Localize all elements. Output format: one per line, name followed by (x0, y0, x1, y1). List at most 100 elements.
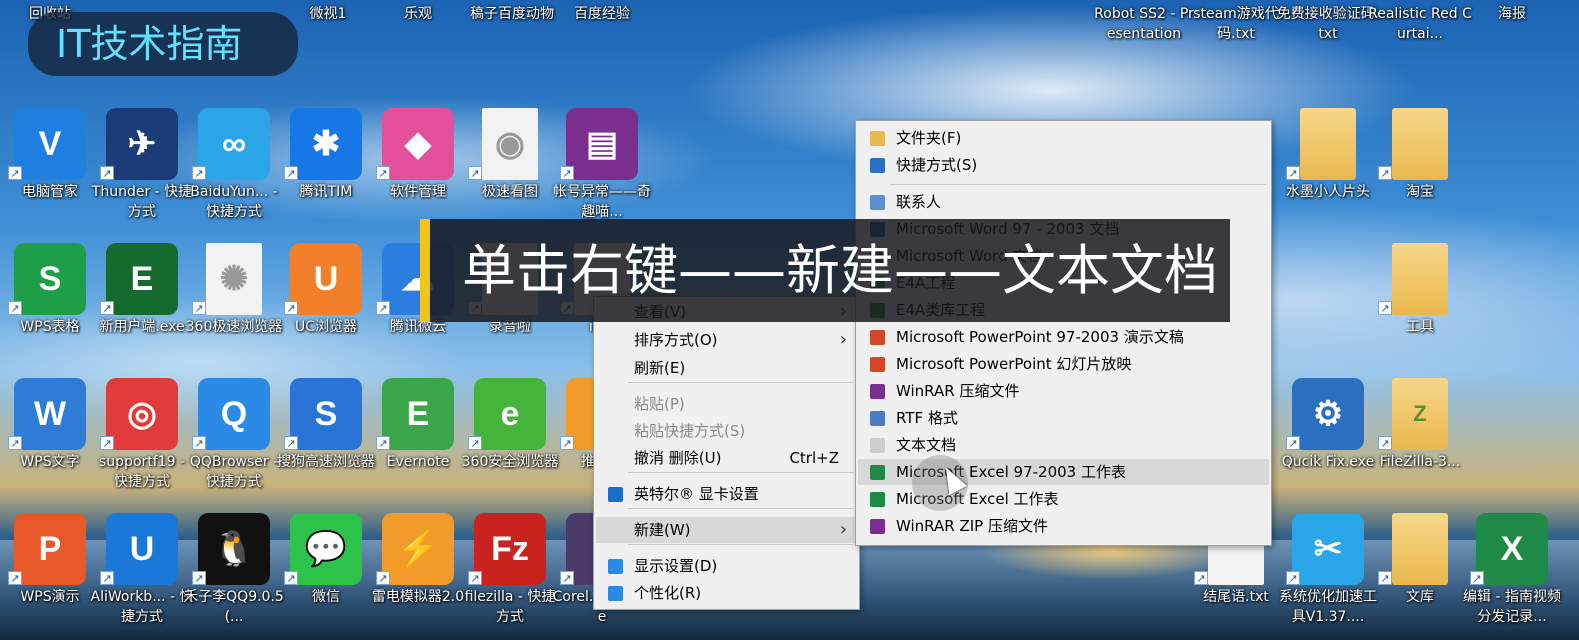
desktop-icon[interactable]: ✂ ↗ 系统优化加速工具V1.37.... (1279, 513, 1377, 640)
shortcut-arrow-icon: ↗ (1286, 166, 1300, 180)
desktop-icon[interactable]: ◎ ↗ supportf19 - 快捷方式 (96, 378, 188, 508)
desktop-icon[interactable]: U ↗ AliWorkb... - 快捷方式 (91, 513, 194, 640)
desktop-icon[interactable]: ✈ ↗ Thunder - 快捷方式 (92, 108, 192, 238)
desktop-icon[interactable]: S ↗ WPS表格 (4, 243, 96, 373)
desktop-icon-label: Thunder - 快捷方式 (91, 184, 193, 220)
new-submenu-item[interactable]: WinRAR ZIP 压缩文件 (858, 513, 1269, 539)
desktop-icon[interactable]: W ↗ WPS文字 (4, 378, 96, 508)
desktop-icon[interactable]: 🐧 ↗ 禾子李QQ9.0.5(... (184, 513, 284, 640)
context-menu-item[interactable]: 刷新(E) (596, 355, 857, 381)
new-submenu-item[interactable]: WinRAR 压缩文件 (858, 378, 1269, 404)
desktop-icon[interactable]: E ↗ Evernote (372, 378, 464, 508)
desktop-icon[interactable]: steam游戏代码.txt (1190, 0, 1282, 90)
brand-watermark: IT技术指南 (28, 12, 298, 76)
context-menu-item[interactable]: 个性化(R) (596, 580, 857, 606)
desktop-icon[interactable]: E ↗ 新用户端.exe (96, 243, 188, 373)
desktop-icon[interactable]: ⚙ ↗ Qucik Fix.exe (1282, 378, 1374, 508)
desktop-icon-label: Qucik Fix.exe (1281, 454, 1375, 470)
new-submenu-item[interactable]: 快捷方式(S) (858, 152, 1269, 178)
desktop-icon[interactable]: 百度经验 (556, 0, 648, 90)
shortcut-arrow-icon: ↗ (468, 166, 482, 180)
new-submenu-item[interactable]: 联系人 (858, 189, 1269, 215)
desktop-icon-label: 海报 (1498, 6, 1526, 22)
context-menu-item-label: 排序方式(O) (634, 331, 718, 349)
app-icon: ◉ (482, 108, 538, 180)
desktop-icon-label: 微信 (312, 589, 340, 605)
app-icon: ∞ (198, 108, 270, 180)
desktop-icon[interactable]: Robot SS2 - Presentation (1094, 0, 1194, 90)
desktop-icon[interactable]: ∞ ↗ BaiduYun... - 快捷方式 (188, 108, 280, 238)
shortcut-arrow-icon: ↗ (1286, 571, 1300, 585)
shortcut-arrow-icon: ↗ (8, 571, 22, 585)
context-menu-item-label: 英特尔® 显卡设置 (634, 485, 759, 503)
desktop-icon[interactable]: Q ↗ QQBrowser - 快捷方式 (188, 378, 280, 508)
desktop-icon[interactable]: ✱ ↗ 腾讯TIM (280, 108, 372, 238)
context-menu-item-label: 粘贴(P) (634, 395, 685, 413)
display-settings-icon (608, 559, 623, 574)
desktop-icon-label: FileZilla-3... (1379, 454, 1461, 470)
desktop-context-menu: 查看(V)›排序方式(O)›刷新(E)粘贴(P)粘贴快捷方式(S)撤消 删除(U… (593, 296, 860, 610)
desktop-icon[interactable]: Fz ↗ filezilla - 快捷方式 (464, 513, 556, 640)
desktop-icon-label: 360极速浏览器 (185, 319, 283, 335)
new-submenu-item[interactable]: RTF 格式 (858, 405, 1269, 431)
app-icon: ✺ (206, 243, 262, 315)
menu-separator (890, 184, 1266, 185)
new-submenu-item[interactable]: Microsoft PowerPoint 幻灯片放映 (858, 351, 1269, 377)
new-submenu-item[interactable]: 文件夹(F) (858, 125, 1269, 151)
new-submenu-item-label: 联系人 (896, 193, 942, 211)
context-menu-item[interactable]: 英特尔® 显卡设置 (596, 481, 857, 507)
context-menu-item[interactable]: 排序方式(O) › (596, 327, 857, 353)
context-menu-item[interactable]: 新建(W) › (596, 517, 857, 543)
app-icon: ✱ (290, 108, 362, 180)
desktop-icon[interactable]: 乐观 (372, 0, 464, 90)
desktop-icon-label: 微视1 (309, 6, 347, 22)
desktop-icon[interactable]: P ↗ WPS演示 (4, 513, 96, 640)
desktop-icon[interactable]: ↗ 工具 (1374, 243, 1466, 373)
menu-separator (628, 544, 854, 545)
folder-icon (870, 131, 885, 146)
chevron-right-icon: › (839, 519, 847, 540)
desktop-icon-label: 电脑管家 (22, 184, 78, 200)
desktop-icon[interactable]: e ↗ 360安全浏览器 (462, 378, 558, 508)
shortcut-arrow-icon: ↗ (560, 166, 574, 180)
new-submenu-item[interactable]: Microsoft PowerPoint 97-2003 演示文稿 (858, 324, 1269, 350)
new-submenu-item[interactable]: 文本文档 (858, 432, 1269, 458)
desktop-icon-label: 搜狗高速浏览器 (277, 454, 375, 470)
menu-separator (628, 508, 854, 509)
desktop-icon[interactable]: X ↗ 编辑 - 指南视频分发记录... (1463, 513, 1561, 640)
personalize-icon (608, 586, 623, 601)
context-menu-item[interactable]: 粘贴(P) (596, 391, 857, 417)
shortcut-arrow-icon: ↗ (192, 166, 206, 180)
desktop-icon[interactable]: ↗ 淘宝 (1374, 108, 1466, 238)
context-menu-item[interactable]: 撤消 删除(U) Ctrl+Z (596, 445, 857, 471)
app-icon: S (14, 243, 86, 315)
desktop-icon[interactable]: V ↗ 电脑管家 (4, 108, 96, 238)
new-submenu-item-label: 文件夹(F) (896, 129, 962, 147)
desktop-icon[interactable]: 免费接收验证码.txt (1277, 0, 1379, 90)
desktop-icon[interactable]: ✺ ↗ 360极速浏览器 (186, 243, 282, 373)
desktop-icon[interactable]: Realistic Red Curtai... (1368, 0, 1472, 90)
shortcut-arrow-icon: ↗ (192, 571, 206, 585)
desktop-icon[interactable]: Z ↗ FileZilla-3... (1374, 378, 1466, 508)
app-icon: V (14, 108, 86, 180)
desktop-icon[interactable]: U ↗ UC浏览器 (280, 243, 372, 373)
desktop-icon[interactable]: 海报 (1466, 0, 1558, 90)
desktop-icon-label: WPS文字 (20, 454, 80, 470)
desktop-icon-label: Robot SS2 - Presentation (1094, 6, 1194, 42)
desktop-icon[interactable]: ⚡ ↗ 雷电模拟器2.0 (372, 513, 464, 640)
context-menu-item[interactable]: 显示设置(D) (596, 553, 857, 579)
desktop-icon[interactable]: 💬 ↗ 微信 (280, 513, 372, 640)
app-icon: ⚡ (382, 513, 454, 585)
desktop-icon[interactable]: S ↗ 搜狗高速浏览器 (277, 378, 375, 508)
shortcut-arrow-icon: ↗ (1470, 571, 1484, 585)
desktop-icon[interactable]: 稿子百度动物 (466, 0, 558, 90)
desktop-icon[interactable]: ↗ 水墨小人片头 (1282, 108, 1374, 238)
desktop-icon[interactable]: ↗ 文库 (1374, 513, 1466, 640)
app-icon: ✈ (106, 108, 178, 180)
desktop-icon-label: 极速看图 (482, 184, 538, 200)
desktop-icon-label: 雷电模拟器2.0 (371, 589, 465, 605)
context-menu-item-label: 撤消 删除(U) (634, 449, 722, 467)
context-menu-item[interactable]: 粘贴快捷方式(S) (596, 418, 857, 444)
desktop-icon-label: 文库 (1406, 589, 1434, 605)
shortcut-arrow-icon: ↗ (284, 166, 298, 180)
